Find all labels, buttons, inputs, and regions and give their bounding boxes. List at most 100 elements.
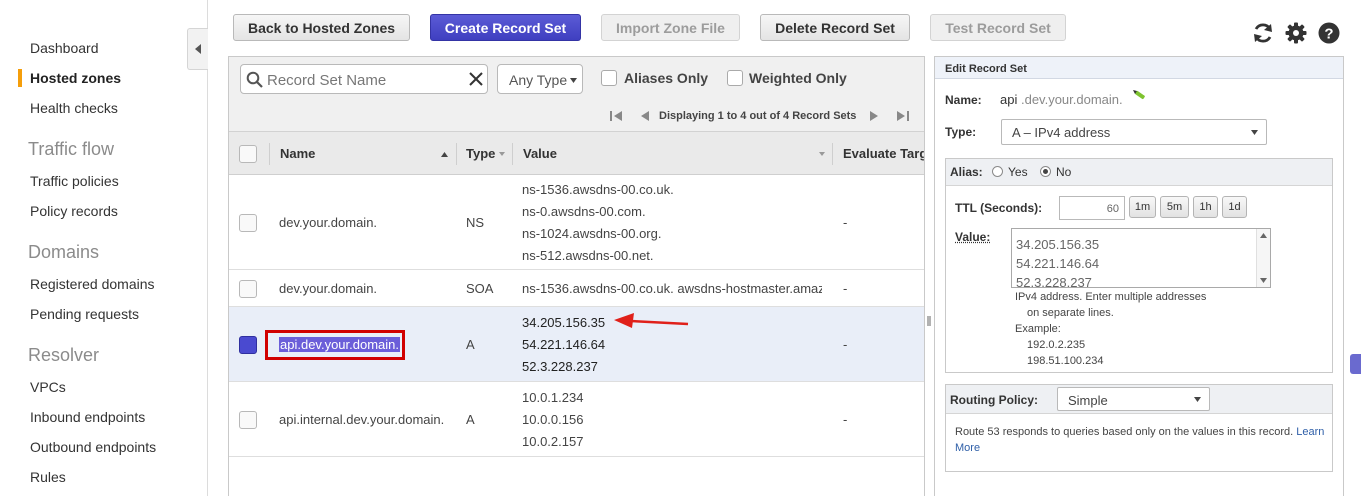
search-input[interactable] — [265, 69, 465, 91]
row-checkbox[interactable] — [239, 280, 257, 298]
sidebar-item-health-checks[interactable]: Health checks — [30, 100, 118, 116]
sidebar-item-hosted-zones[interactable]: Hosted zones — [30, 70, 121, 86]
section-resolver: Resolver — [28, 345, 100, 365]
sort-icon[interactable] — [819, 152, 825, 156]
sidebar-item-outbound-endpoints[interactable]: Outbound endpoints — [30, 439, 156, 455]
record-value-line: 10.0.0.156 — [522, 412, 584, 427]
sidebar-item-pending-requests[interactable]: Pending requests — [30, 306, 139, 322]
record-type-filter[interactable]: Any Type — [497, 64, 583, 94]
value-line: 54.221.146.64 — [1016, 256, 1100, 271]
record-type-select[interactable]: A – IPv4 address — [1001, 119, 1267, 145]
edit-pencil-icon[interactable] — [1132, 89, 1147, 103]
alias-yes-label: Yes — [1008, 165, 1028, 179]
value-help-line: IPv4 address. Enter multiple addresses — [1015, 291, 1207, 303]
chevron-down-icon — [1194, 397, 1201, 402]
alias-label: Alias: — [950, 165, 983, 179]
alias-no-radio[interactable] — [1040, 166, 1051, 177]
record-value-line: ns-512.awsdns-00.net. — [522, 248, 654, 263]
value-help-line: 198.51.100.234 — [1027, 355, 1104, 367]
record-value-line: 54.221.146.64 — [522, 337, 606, 352]
record-value-line: ns-1536.awsdns-00.co.uk. awsdns-hostmast… — [522, 281, 822, 296]
delete-record-set-button[interactable]: Delete Record Set — [760, 14, 910, 41]
ttl-1m-button[interactable]: 1m — [1129, 196, 1156, 218]
routing-policy-box: Routing Policy: Simple Route 53 responds… — [945, 384, 1333, 472]
scroll-up-icon[interactable] — [1260, 233, 1267, 238]
arrow-annotation-icon — [614, 313, 689, 328]
sort-ascending-icon[interactable] — [441, 152, 448, 157]
value-line: 52.3.228.237 — [1016, 275, 1092, 288]
weighted-only-checkbox[interactable] — [727, 70, 743, 86]
learn-more-link[interactable]: Learn — [1296, 426, 1324, 438]
value-scrollbar[interactable] — [1256, 229, 1270, 287]
create-record-set-button[interactable]: Create Record Set — [430, 14, 581, 41]
table-row[interactable]: dev.your.domain. NS ns-1536.awsdns-00.co… — [229, 175, 924, 270]
refresh-icon[interactable] — [1251, 21, 1275, 45]
search-box[interactable] — [240, 64, 488, 94]
sort-icon[interactable] — [499, 152, 505, 156]
sidebar-item-policy-records[interactable]: Policy records — [30, 203, 118, 219]
back-to-hosted-zones-button[interactable]: Back to Hosted Zones — [233, 14, 410, 41]
table-header: Name Type Value Evaluate Targ — [229, 131, 924, 175]
value-textarea[interactable]: 34.205.156.35 54.221.146.64 52.3.228.237 — [1011, 228, 1271, 288]
ttl-input[interactable]: 60 — [1059, 196, 1125, 220]
column-header-value[interactable]: Value — [523, 146, 557, 161]
edit-panel-title: Edit Record Set — [935, 57, 1343, 79]
record-value-line: 10.0.2.157 — [522, 434, 584, 449]
gear-icon[interactable] — [1284, 21, 1308, 45]
routing-policy-select[interactable]: Simple — [1057, 387, 1210, 411]
ttl-1d-button[interactable]: 1d — [1222, 196, 1247, 218]
record-type: SOA — [466, 281, 494, 296]
aliases-only-label: Aliases Only — [624, 70, 709, 86]
ttl-1h-button[interactable]: 1h — [1193, 196, 1218, 218]
help-icon[interactable]: ? — [1317, 21, 1341, 45]
column-header-type[interactable]: Type — [466, 146, 495, 161]
aliases-only-checkbox[interactable] — [601, 70, 617, 86]
row-checkbox-checked[interactable] — [239, 336, 257, 354]
section-traffic-flow: Traffic flow — [28, 139, 115, 159]
clear-search-icon[interactable] — [469, 72, 483, 86]
record-value-line: ns-0.awsdns-00.com. — [522, 204, 646, 219]
column-header-name[interactable]: Name — [280, 146, 315, 161]
panel-splitter[interactable] — [925, 56, 933, 496]
value-label: Value: — [955, 230, 991, 244]
last-page-icon[interactable] — [893, 109, 911, 123]
table-row-selected[interactable]: api.dev.your.domain. A 34.205.156.35 54.… — [229, 307, 924, 382]
table-row[interactable]: dev.your.domain. SOA ns-1536.awsdns-00.c… — [229, 270, 924, 307]
column-header-evaluate-target[interactable]: Evaluate Targ — [843, 146, 924, 161]
active-indicator — [18, 69, 22, 87]
record-name: dev.your.domain. — [279, 215, 378, 230]
scroll-down-icon[interactable] — [1260, 278, 1267, 283]
column-divider — [269, 143, 270, 165]
table-row[interactable]: api.internal.dev.your.domain. A 10.0.1.2… — [229, 382, 924, 457]
sidebar: Dashboard Hosted zones Health checks Tra… — [0, 0, 208, 496]
record-value-line: 34.205.156.35 — [522, 315, 606, 330]
row-checkbox[interactable] — [239, 411, 257, 429]
first-page-icon[interactable] — [608, 109, 626, 123]
next-page-icon[interactable] — [865, 109, 883, 123]
sidebar-item-traffic-policies[interactable]: Traffic policies — [30, 173, 119, 189]
alias-yes-radio[interactable] — [992, 166, 1003, 177]
value-help-line: Example: — [1015, 323, 1061, 335]
sidebar-item-registered-domains[interactable]: Registered domains — [30, 276, 155, 292]
sidebar-collapse-button[interactable] — [187, 28, 208, 70]
ttl-5m-button[interactable]: 5m — [1160, 196, 1189, 218]
row-checkbox[interactable] — [239, 214, 257, 232]
record-name: api.internal.dev.your.domain. — [279, 412, 445, 427]
routing-help-line: Route 53 responds to queries based only … — [955, 426, 1294, 438]
test-record-set-button[interactable]: Test Record Set — [930, 14, 1066, 41]
sidebar-item-inbound-endpoints[interactable]: Inbound endpoints — [30, 409, 145, 425]
edge-widget-tab[interactable] — [1350, 354, 1361, 374]
record-value-line: 52.3.228.237 — [522, 359, 598, 374]
evaluate-target: - — [843, 281, 848, 296]
select-all-checkbox[interactable] — [239, 145, 257, 163]
previous-page-icon[interactable] — [636, 109, 654, 123]
sidebar-item-dashboard[interactable]: Dashboard — [30, 40, 99, 56]
import-zone-file-button[interactable]: Import Zone File — [601, 14, 740, 41]
sidebar-item-rules[interactable]: Rules — [30, 469, 66, 485]
pager-status: Displaying 1 to 4 out of 4 Record Sets — [659, 110, 857, 122]
sidebar-item-vpcs[interactable]: VPCs — [30, 379, 66, 395]
record-name: api.dev.your.domain. — [279, 337, 400, 352]
svg-text:?: ? — [1324, 26, 1333, 43]
filter-bar: Any Type Aliases Only Weighted Only Disp… — [229, 57, 924, 131]
learn-more-link-continued[interactable]: More — [955, 442, 980, 454]
